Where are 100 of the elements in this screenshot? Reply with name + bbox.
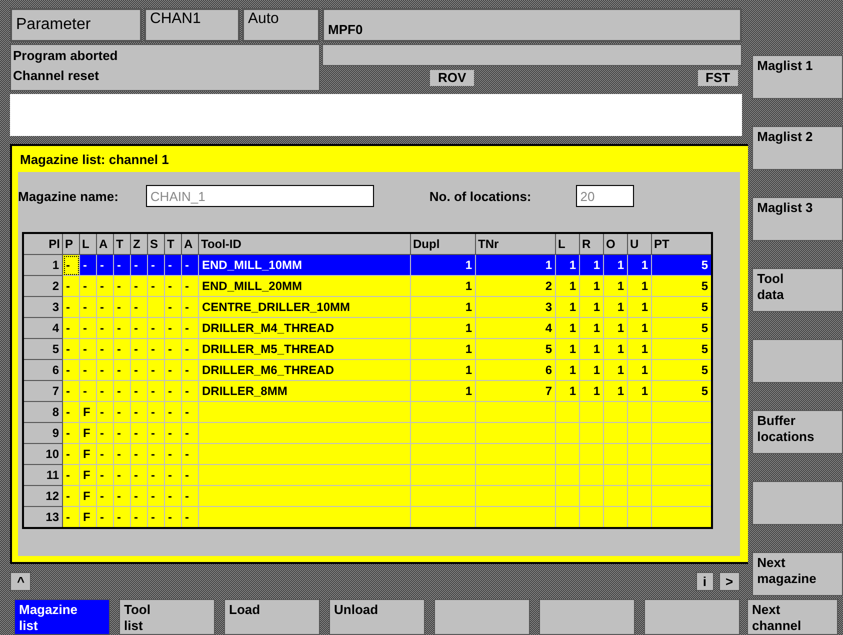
table-cell: - xyxy=(164,318,182,338)
table-cell: - xyxy=(114,422,130,444)
table-cell: - xyxy=(96,464,114,486)
row-number[interactable]: 3 xyxy=(23,296,62,318)
column-header: L xyxy=(80,233,96,254)
table-cell: - xyxy=(164,402,182,422)
softkey[interactable]: Tool data xyxy=(752,268,843,312)
table-cell: - xyxy=(164,506,182,528)
column-header: PT xyxy=(652,233,712,254)
column-header: U xyxy=(628,233,652,254)
row-number[interactable]: 10 xyxy=(23,444,62,464)
table-cell: 5 xyxy=(652,360,712,380)
softkey[interactable] xyxy=(539,599,635,635)
table-cell: 1 xyxy=(580,360,604,380)
table-cell: - xyxy=(148,486,164,506)
row-number[interactable]: 7 xyxy=(23,380,62,402)
softkey[interactable] xyxy=(644,599,740,635)
table-cell: 1 xyxy=(628,254,652,276)
table-cell: DRILLER_M6_THREAD xyxy=(198,360,410,380)
softkey[interactable] xyxy=(752,481,843,525)
row-number[interactable]: 4 xyxy=(23,318,62,338)
softkey[interactable]: Maglist 2 xyxy=(752,126,843,170)
channel-label: CHAN1 xyxy=(144,8,240,42)
table-cell: 5 xyxy=(652,276,712,296)
table-cell: - xyxy=(62,464,80,486)
table-cell: - xyxy=(80,338,96,360)
input-field[interactable]: 20 xyxy=(576,185,634,207)
row-number[interactable]: 5 xyxy=(23,338,62,360)
softkey[interactable]: Tool list xyxy=(119,599,215,635)
info-button[interactable]: i xyxy=(696,572,714,590)
table-cell: - xyxy=(114,402,130,422)
row-number[interactable]: 6 xyxy=(23,360,62,380)
table-cell: 1 xyxy=(556,276,580,296)
status-indicator: ROV xyxy=(430,70,474,86)
table-cell: - xyxy=(130,444,148,464)
softkey[interactable]: Maglist 3 xyxy=(752,197,843,241)
status-message: Program aborted xyxy=(13,47,119,65)
table-cell: DRILLER_8MM xyxy=(198,380,410,402)
table-cell: 1 xyxy=(628,360,652,380)
table-cell: - xyxy=(164,380,182,402)
table-cell: 4 xyxy=(476,318,556,338)
softkey[interactable]: Next channel xyxy=(747,599,838,635)
table-cell: - xyxy=(80,276,96,296)
table-cell: - xyxy=(114,506,130,528)
next-button[interactable]: > xyxy=(718,572,740,590)
column-header: P xyxy=(62,233,80,254)
table-cell: DRILLER_M4_THREAD xyxy=(198,318,410,338)
table-cell: - xyxy=(164,464,182,486)
table-cell: - xyxy=(148,338,164,360)
column-header: Pl xyxy=(23,233,62,254)
table-cell: 1 xyxy=(410,360,476,380)
table-cell: - xyxy=(164,444,182,464)
table-cell: - xyxy=(130,254,148,276)
softkey[interactable] xyxy=(434,599,530,635)
table-cell: - xyxy=(182,506,198,528)
softkey[interactable] xyxy=(752,339,843,383)
table-cell: - xyxy=(96,296,114,318)
table-cell: - xyxy=(148,464,164,486)
table-cell: - xyxy=(80,254,96,276)
table-cell: 1 xyxy=(604,296,628,318)
table-cell: F xyxy=(80,422,96,444)
row-number[interactable]: 2 xyxy=(23,276,62,296)
table-cell: - xyxy=(164,254,182,276)
table-cell: - xyxy=(114,444,130,464)
table-cell: - xyxy=(148,506,164,528)
table-cell: 1 xyxy=(580,254,604,276)
softkey[interactable]: Next magazine xyxy=(752,552,843,596)
table-cell: - xyxy=(148,360,164,380)
table-cell: - xyxy=(182,402,198,422)
row-number[interactable]: 13 xyxy=(23,506,62,528)
table-cell: - xyxy=(148,422,164,444)
table-cell: - xyxy=(114,360,130,380)
column-header: S xyxy=(148,233,164,254)
column-header: T xyxy=(114,233,130,254)
table-cell: - xyxy=(96,444,114,464)
softkey[interactable]: Unload xyxy=(329,599,425,635)
input-field[interactable]: CHAIN_1 xyxy=(146,185,374,207)
table-cell: - xyxy=(148,380,164,402)
softkey[interactable]: Maglist 1 xyxy=(752,55,843,99)
scroll-up-button[interactable]: ^ xyxy=(10,572,31,590)
row-number[interactable]: 12 xyxy=(23,486,62,506)
row-number[interactable]: 1 xyxy=(23,254,62,276)
softkey[interactable]: Buffer locations xyxy=(752,410,843,454)
panel-title: Magazine list: channel 1 xyxy=(19,151,170,169)
table-cell: - xyxy=(130,360,148,380)
row-number[interactable]: 9 xyxy=(23,422,62,444)
table-cell: 1 xyxy=(476,254,556,276)
column-header: A xyxy=(96,233,114,254)
table-cell: - xyxy=(130,276,148,296)
table-cell: 5 xyxy=(652,254,712,276)
table-cell: F xyxy=(80,444,96,464)
softkey[interactable]: Load xyxy=(224,599,320,635)
softkey[interactable]: Magazine list xyxy=(14,599,110,635)
table-cell: - xyxy=(96,506,114,528)
row-number[interactable]: 8 xyxy=(23,402,62,422)
table-cell: 1 xyxy=(410,318,476,338)
table-cell: 1 xyxy=(556,380,580,402)
row-number[interactable]: 11 xyxy=(23,464,62,486)
table-cell: 5 xyxy=(476,338,556,360)
table-cell: 1 xyxy=(628,276,652,296)
